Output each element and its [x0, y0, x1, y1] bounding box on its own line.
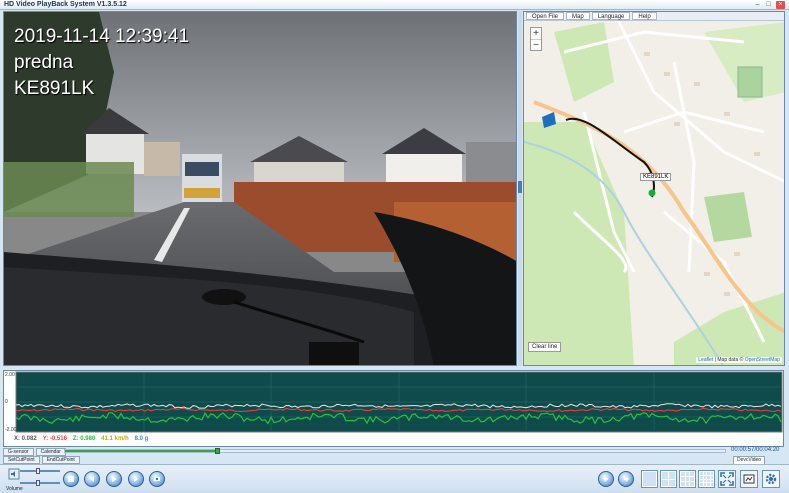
next-icon [134, 476, 138, 482]
tab-row-2: SetCutPoint EndCutPoint [3, 456, 80, 464]
volume-track-2[interactable] [20, 482, 60, 484]
vehicle-marker-label[interactable]: KE891LK [640, 173, 672, 181]
next-button[interactable] [128, 471, 144, 487]
map-zoom-control: + − [530, 27, 542, 51]
video-viewport[interactable]: 2019-11-14 12:39:41 predna KE891LK [3, 11, 517, 366]
previous-button[interactable] [84, 471, 100, 487]
gear-icon [765, 473, 777, 485]
playback-app: HD Video PlayBack System V1.3.5.12 – □ × [0, 0, 789, 493]
progress-fill [65, 450, 218, 452]
maximize-button[interactable]: □ [764, 1, 773, 9]
splitter-grip[interactable] [518, 181, 522, 193]
tab-calendar[interactable]: Calendar [35, 448, 66, 456]
menu-open-file[interactable]: Open File [526, 12, 565, 20]
layout-2x2-button[interactable] [660, 470, 677, 488]
readout-z: Z: 0.980 [72, 436, 96, 442]
snapshot-button[interactable] [149, 471, 165, 487]
control-bar: Volume [0, 464, 789, 493]
forward-arrow-icon [624, 476, 629, 482]
previous-icon [90, 476, 94, 482]
map-toolbar: Open File Map Language Help [524, 12, 784, 21]
sensor-readout: X: 0.082 Y: -0.516 Z: 0.980 41.1 km/h 8.… [14, 436, 148, 442]
menu-help[interactable]: Help [632, 12, 657, 20]
snapshot-icon [154, 477, 160, 481]
window-title: HD Video PlayBack System V1.3.5.12 [4, 1, 127, 8]
progress-knob[interactable] [215, 448, 221, 454]
playback-progress-bar[interactable] [64, 448, 726, 454]
osd-channel: predna [14, 52, 74, 73]
back-arrow-icon [603, 476, 608, 482]
map-canvas[interactable] [524, 12, 785, 366]
play-button[interactable] [106, 471, 122, 487]
volume-icon[interactable] [8, 468, 20, 480]
title-bar: HD Video PlayBack System V1.3.5.12 – □ × [0, 0, 789, 10]
y-axis-top-label: 2.00 [5, 372, 15, 378]
volume-track-1[interactable] [20, 470, 60, 472]
osm-link[interactable]: OpenStreetMap [745, 357, 780, 363]
capture-button[interactable] [740, 470, 758, 488]
volume-knob-1[interactable] [36, 468, 40, 474]
tab-row-1: G-sensor Calendar [3, 448, 66, 456]
tab-gsensor[interactable]: G-sensor [3, 448, 34, 456]
menu-map[interactable]: Map [566, 12, 590, 20]
zoom-out-button[interactable]: − [531, 39, 541, 51]
back-button[interactable] [598, 471, 614, 487]
osd-datetime: 2019-11-14 12:39:41 [14, 26, 190, 47]
osd-plate: KE891LK [14, 78, 95, 99]
readout-g: 8.0 g [134, 436, 149, 442]
volume-knob-2[interactable] [36, 480, 40, 486]
volume-label: Volume [6, 486, 23, 492]
settings-button[interactable] [762, 470, 780, 488]
attribution-text: | Map data © [713, 357, 745, 363]
readout-y: Y: -0.516 [42, 436, 67, 442]
readout-x: X: 0.082 [14, 436, 37, 442]
end-cut-point-button[interactable]: EndCutPoint [41, 456, 80, 464]
set-cut-point-button[interactable]: SetCutPoint [3, 456, 40, 464]
fullscreen-icon [720, 472, 734, 486]
play-icon [112, 476, 117, 482]
pane-splitter[interactable] [518, 11, 522, 366]
y-axis-bottom-label: -2.00 [5, 427, 17, 433]
readout-speed: 41.1 km/h [101, 436, 129, 442]
clear-line-button[interactable]: Clear line [528, 342, 562, 352]
layout-3x3-button[interactable] [679, 470, 696, 488]
video-frame-scene [4, 12, 516, 365]
map-panel[interactable]: Open File Map Language Help + − KE891LK … [523, 11, 785, 366]
fullscreen-button[interactable] [718, 470, 736, 488]
stop-button[interactable] [63, 471, 79, 487]
close-button[interactable]: × [776, 1, 785, 9]
leaflet-link[interactable]: Leaflet [698, 357, 713, 363]
menu-language[interactable]: Language [591, 12, 631, 20]
layout-4x4-button[interactable] [698, 470, 715, 488]
y-axis-mid-label: 0 [5, 399, 8, 405]
map-attribution: Leaflet | Map data © OpenStreetMap [696, 357, 782, 363]
minimize-button[interactable]: – [753, 1, 762, 9]
layout-1x1-button[interactable] [641, 470, 658, 488]
zoom-in-button[interactable]: + [531, 28, 541, 39]
capture-icon [743, 474, 755, 484]
forward-button[interactable] [618, 471, 634, 487]
stop-icon [68, 476, 74, 482]
timecode: 00:00:57/00:04:20 [731, 447, 780, 453]
